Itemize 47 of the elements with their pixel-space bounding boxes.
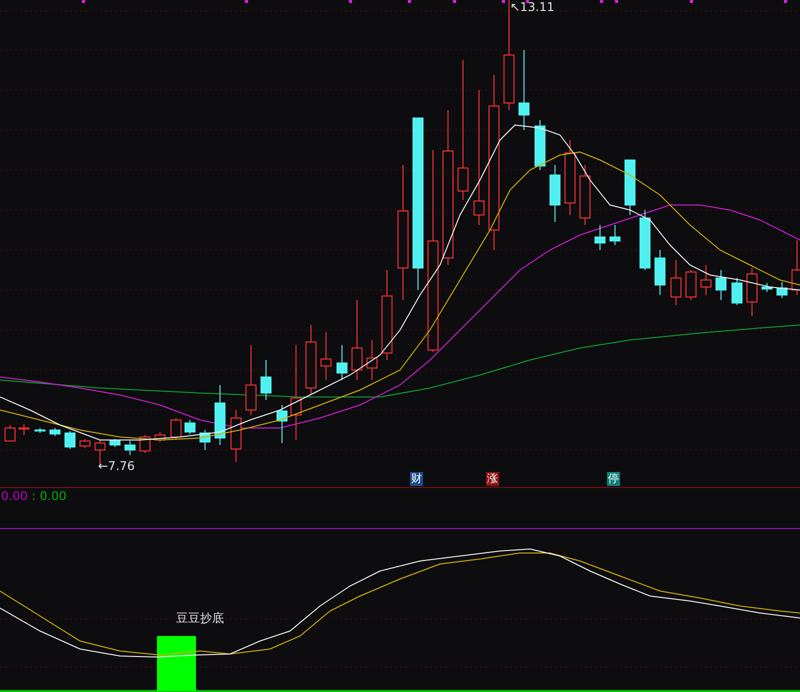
candlestick — [762, 282, 772, 292]
candlestick — [306, 324, 316, 396]
candlestick — [246, 344, 256, 416]
candlestick — [640, 210, 650, 270]
candlestick — [716, 270, 726, 300]
candlestick — [184, 420, 196, 434]
event-tag[interactable]: 涨 — [486, 472, 499, 486]
candlestick — [50, 428, 60, 436]
candlestick — [276, 404, 288, 444]
candlestick — [550, 164, 560, 222]
candlestick — [110, 438, 120, 448]
candlestick — [366, 340, 378, 380]
high-price-label: ↖13.11 — [510, 0, 554, 14]
signal-bar — [157, 636, 196, 691]
candlestick — [200, 430, 210, 450]
candlestick — [154, 432, 166, 442]
candlestick — [732, 278, 742, 306]
indicator-value: 0.00 — [40, 489, 66, 503]
candlestick — [80, 438, 90, 448]
candlestick — [746, 268, 758, 316]
candlestick — [140, 434, 150, 454]
candlestick — [624, 160, 636, 216]
candlestick — [124, 440, 136, 456]
candlestick — [700, 264, 712, 296]
candlestick — [18, 424, 30, 436]
value-separator: : — [32, 489, 36, 503]
candlestick — [170, 418, 182, 440]
candlestick — [776, 282, 788, 298]
candlestick — [610, 224, 620, 246]
event-tag[interactable]: 停 — [607, 472, 620, 486]
candlestick — [594, 224, 606, 250]
candlestick — [64, 430, 76, 450]
candlestick — [654, 250, 666, 296]
signal-label: 豆豆抄底 — [176, 610, 224, 627]
candlestick — [4, 424, 16, 442]
candlestick — [534, 120, 546, 170]
candlestick — [260, 360, 272, 400]
candlestick — [336, 344, 348, 380]
candlestick — [670, 260, 682, 306]
indicator-value: 0.00 — [1, 489, 28, 503]
candlestick — [580, 164, 590, 226]
low-price-label: ←7.76 — [98, 459, 135, 473]
candlestick — [230, 410, 242, 462]
candlestick — [320, 332, 332, 380]
candlestick — [214, 384, 226, 446]
event-tag[interactable]: 财 — [410, 472, 423, 486]
candlestick — [686, 270, 696, 300]
